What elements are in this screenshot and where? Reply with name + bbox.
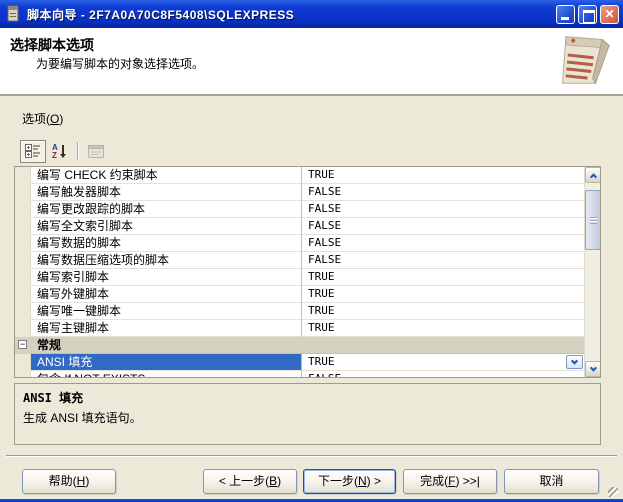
window-title: 脚本向导 - 2F7A0A70C8F5408\SQLEXPRESS (27, 6, 556, 23)
description-title: ANSI 填充 (23, 389, 592, 406)
page-subtitle: 为要编写脚本的对象选择选项。 (36, 55, 204, 72)
help-button[interactable]: 帮助(H) (22, 469, 116, 494)
categorized-icon (25, 144, 41, 158)
property-row[interactable]: 编写更改跟踪的脚本FALSE (15, 201, 584, 218)
property-name[interactable]: ANSI 填充 (31, 354, 301, 371)
property-value[interactable]: FALSE (301, 184, 584, 201)
finish-button[interactable]: 完成(F) >>| (403, 469, 497, 494)
chevron-down-icon (589, 364, 596, 371)
property-row[interactable]: 编写唯一键脚本TRUE (15, 303, 584, 320)
property-value[interactable]: FALSE (301, 218, 584, 235)
chevron-up-icon (589, 173, 596, 180)
property-row[interactable]: 编写数据的脚本FALSE (15, 235, 584, 252)
propertygrid-toolbar: A Z (20, 139, 109, 163)
resize-grip-icon[interactable] (608, 487, 618, 497)
row-indent-strip (15, 354, 31, 371)
row-indent-strip (15, 269, 31, 286)
row-indent-strip (15, 371, 31, 377)
property-row[interactable]: 包含 If NOT EXISTSFALSE (15, 371, 584, 377)
row-indent-strip (15, 218, 31, 235)
script-wizard-window: 脚本向导 - 2F7A0A70C8F5408\SQLEXPRESS 选择脚本选项… (0, 0, 623, 502)
property-rows: 编写 CHECK 约束脚本TRUE编写触发器脚本FALSE编写更改跟踪的脚本FA… (15, 167, 584, 377)
property-name[interactable]: 编写唯一键脚本 (31, 303, 301, 320)
close-button[interactable] (600, 5, 619, 24)
property-value[interactable]: FALSE (301, 371, 584, 377)
property-value[interactable]: TRUE (301, 167, 584, 184)
property-value[interactable]: TRUE (301, 303, 584, 320)
cancel-button[interactable]: 取消 (504, 469, 599, 494)
property-row[interactable]: 编写触发器脚本FALSE (15, 184, 584, 201)
back-button[interactable]: < 上一步(B) (203, 469, 297, 494)
minimize-button[interactable] (556, 5, 575, 24)
property-value[interactable]: TRUE (301, 269, 584, 286)
property-description-panel: ANSI 填充 生成 ANSI 填充语句。 (14, 383, 601, 445)
property-name[interactable]: 编写更改跟踪的脚本 (31, 201, 301, 218)
property-row[interactable]: 编写索引脚本TRUE (15, 269, 584, 286)
row-indent-strip (15, 252, 31, 269)
property-value[interactable]: TRUE (301, 286, 584, 303)
row-indent-strip (15, 286, 31, 303)
scroll-up-button[interactable] (585, 167, 601, 183)
property-row[interactable]: 编写外键脚本TRUE (15, 286, 584, 303)
category-row[interactable]: −常规 (15, 337, 584, 354)
category-label: 常规 (31, 337, 584, 354)
next-button[interactable]: 下一步(N) > (303, 469, 396, 494)
description-text: 生成 ANSI 填充语句。 (23, 409, 592, 426)
scrollbar-thumb[interactable] (585, 190, 601, 250)
maximize-button[interactable] (578, 5, 597, 24)
property-row[interactable]: 编写数据压缩选项的脚本FALSE (15, 252, 584, 269)
sort-alphabetical-button[interactable]: A Z (46, 140, 72, 163)
property-name[interactable]: 编写主键脚本 (31, 320, 301, 337)
property-name[interactable]: 编写索引脚本 (31, 269, 301, 286)
page-title: 选择脚本选项 (10, 35, 94, 55)
titlebar: 脚本向导 - 2F7A0A70C8F5408\SQLEXPRESS (0, 0, 623, 28)
script-scroll-image (541, 29, 619, 92)
property-name[interactable]: 包含 If NOT EXISTS (31, 371, 301, 377)
row-indent-strip (15, 303, 31, 320)
scroll-down-button[interactable] (585, 361, 601, 377)
property-value[interactable]: TRUE (301, 354, 584, 371)
property-name[interactable]: 编写触发器脚本 (31, 184, 301, 201)
property-row[interactable]: 编写 CHECK 约束脚本TRUE (15, 167, 584, 184)
property-pages-button[interactable] (83, 140, 109, 163)
vertical-scrollbar[interactable] (584, 167, 600, 377)
chevron-down-icon (571, 357, 578, 364)
property-value[interactable]: FALSE (301, 252, 584, 269)
svg-text:Z: Z (52, 151, 57, 159)
footer-divider (6, 455, 617, 457)
property-row[interactable]: 编写主键脚本TRUE (15, 320, 584, 337)
toolbar-separator (77, 142, 78, 160)
options-label: 选项(O) (22, 110, 63, 127)
row-indent-strip (15, 201, 31, 218)
categorized-button[interactable] (20, 140, 46, 163)
row-indent-strip (15, 184, 31, 201)
property-name[interactable]: 编写全文索引脚本 (31, 218, 301, 235)
wizard-header: 选择脚本选项 为要编写脚本的对象选择选项。 (0, 28, 623, 96)
property-name[interactable]: 编写数据的脚本 (31, 235, 301, 252)
script-wizard-icon (6, 5, 22, 23)
options-property-grid: 编写 CHECK 约束脚本TRUE编写触发器脚本FALSE编写更改跟踪的脚本FA… (14, 166, 601, 378)
property-row[interactable]: ANSI 填充TRUE (15, 354, 584, 371)
property-value[interactable]: FALSE (301, 235, 584, 252)
row-indent-strip: − (15, 337, 31, 354)
collapse-minus-icon[interactable]: − (18, 340, 27, 349)
sort-az-icon: A Z (52, 143, 67, 159)
row-indent-strip (15, 235, 31, 252)
property-name[interactable]: 编写外键脚本 (31, 286, 301, 303)
property-pages-icon (88, 145, 104, 158)
property-value[interactable]: FALSE (301, 201, 584, 218)
value-dropdown-button[interactable] (566, 355, 583, 369)
property-name[interactable]: 编写数据压缩选项的脚本 (31, 252, 301, 269)
property-value[interactable]: TRUE (301, 320, 584, 337)
property-row[interactable]: 编写全文索引脚本FALSE (15, 218, 584, 235)
row-indent-strip (15, 320, 31, 337)
property-name[interactable]: 编写 CHECK 约束脚本 (31, 167, 301, 184)
row-indent-strip (15, 167, 31, 184)
